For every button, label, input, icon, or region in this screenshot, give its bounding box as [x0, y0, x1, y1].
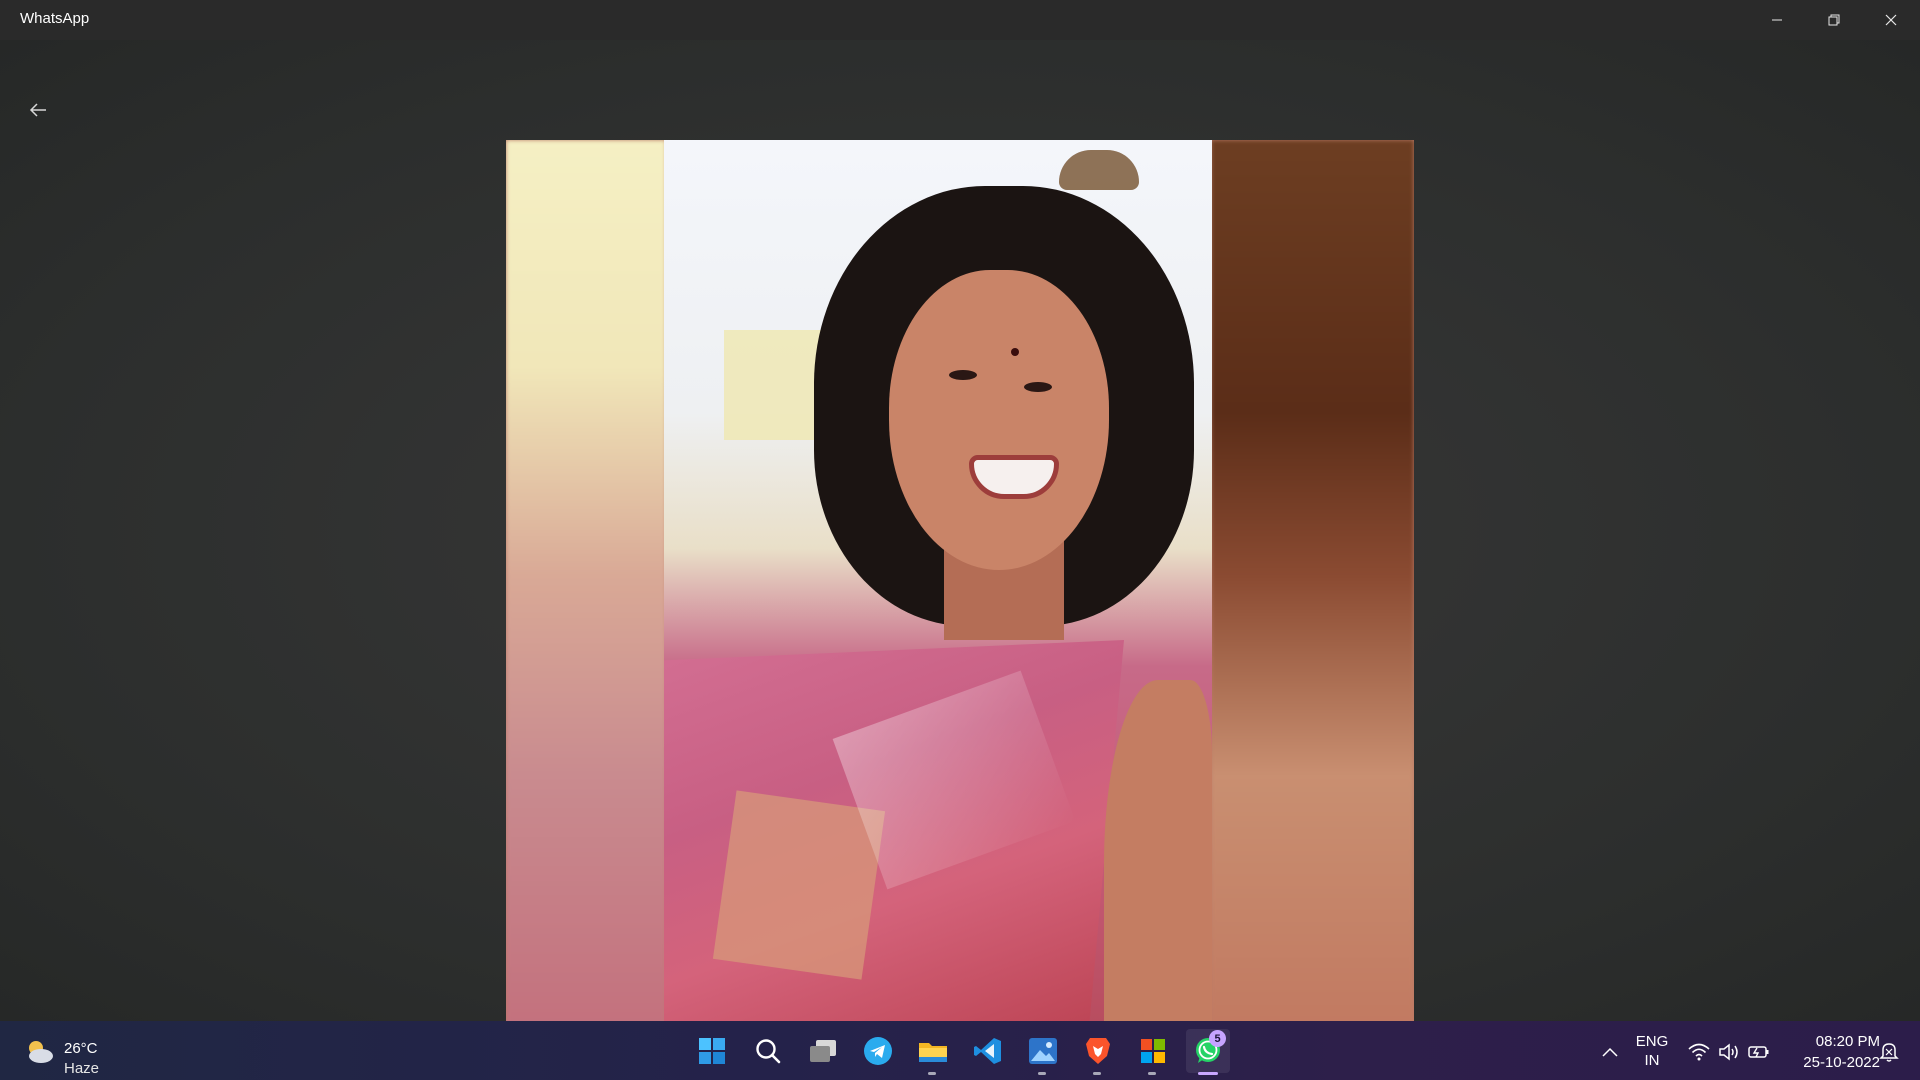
- restore-icon: [1828, 14, 1840, 26]
- image-blur-left: [506, 140, 666, 1048]
- telegram-icon: [864, 1037, 892, 1065]
- microsoft-store-button[interactable]: [1131, 1029, 1175, 1075]
- running-indicator: [928, 1072, 936, 1075]
- portrait-photo: [664, 140, 1212, 1048]
- battery-button[interactable]: [1746, 1039, 1772, 1065]
- language-region: IN: [1644, 1052, 1660, 1069]
- weather-partly-cloudy-icon: [29, 1041, 53, 1063]
- task-view-button[interactable]: [801, 1029, 845, 1073]
- brave-icon: [1086, 1038, 1110, 1064]
- start-button[interactable]: [690, 1029, 734, 1073]
- active-indicator: [1198, 1072, 1218, 1075]
- image-blur-right: [1211, 140, 1414, 1048]
- network-button[interactable]: [1686, 1039, 1712, 1065]
- weather-widget[interactable]: 26°C Haze: [20, 1029, 130, 1077]
- running-indicator: [1038, 1072, 1046, 1075]
- store-icon: [1141, 1039, 1165, 1063]
- folder-icon: [919, 1043, 947, 1062]
- telegram-button[interactable]: [856, 1029, 900, 1073]
- minimize-icon: [1772, 19, 1782, 21]
- show-hidden-icons-button[interactable]: [1596, 1038, 1624, 1066]
- clock-date: 25-10-2022: [1803, 1054, 1880, 1071]
- battery-charging-icon: [1748, 1046, 1769, 1058]
- vscode-button[interactable]: [966, 1029, 1010, 1073]
- arrow-left-icon: [29, 103, 46, 117]
- volume-button[interactable]: [1716, 1039, 1742, 1065]
- language-code: ENG: [1635, 1033, 1669, 1050]
- chevron-up-icon: [1602, 1047, 1618, 1057]
- running-indicator: [1148, 1072, 1156, 1075]
- notification-badge: 5: [1209, 1030, 1226, 1047]
- photos-button[interactable]: [1021, 1029, 1065, 1075]
- file-explorer-button[interactable]: [911, 1029, 955, 1075]
- search-icon: [756, 1039, 781, 1064]
- windows-start-icon: [699, 1038, 725, 1064]
- weather-temperature: 26°C: [64, 1040, 98, 1057]
- input-language-indicator[interactable]: ENG IN: [1632, 1032, 1672, 1070]
- app-window: WhatsApp: [0, 0, 1920, 1048]
- media-viewer: [0, 40, 1920, 1048]
- restore-button[interactable]: [1806, 0, 1862, 40]
- close-icon: [1885, 14, 1897, 26]
- clock[interactable]: 08:20 PM 25-10-2022: [1780, 1031, 1880, 1073]
- media-image[interactable]: [506, 140, 1414, 1048]
- window-title: WhatsApp: [20, 10, 90, 27]
- notification-bell-icon: [1879, 1043, 1899, 1062]
- notification-center-button[interactable]: [1876, 1039, 1902, 1065]
- back-button[interactable]: [20, 95, 56, 125]
- weather-condition: Haze: [64, 1060, 100, 1077]
- title-bar[interactable]: WhatsApp: [0, 0, 1920, 40]
- task-view-icon: [810, 1040, 836, 1062]
- volume-icon: [1719, 1043, 1738, 1061]
- wifi-icon: [1688, 1043, 1710, 1061]
- search-button[interactable]: [746, 1029, 790, 1073]
- minimize-button[interactable]: [1749, 0, 1805, 40]
- running-indicator: [1093, 1072, 1101, 1075]
- vscode-icon: [974, 1038, 1001, 1064]
- clock-time: 08:20 PM: [1815, 1033, 1880, 1050]
- whatsapp-button[interactable]: 5: [1186, 1029, 1230, 1075]
- close-button[interactable]: [1863, 0, 1919, 40]
- photos-icon: [1029, 1038, 1057, 1064]
- brave-button[interactable]: [1076, 1029, 1120, 1075]
- taskbar: 26°C Haze 5 ENG IN 08:20 PM 25-10-2022: [0, 1021, 1920, 1080]
